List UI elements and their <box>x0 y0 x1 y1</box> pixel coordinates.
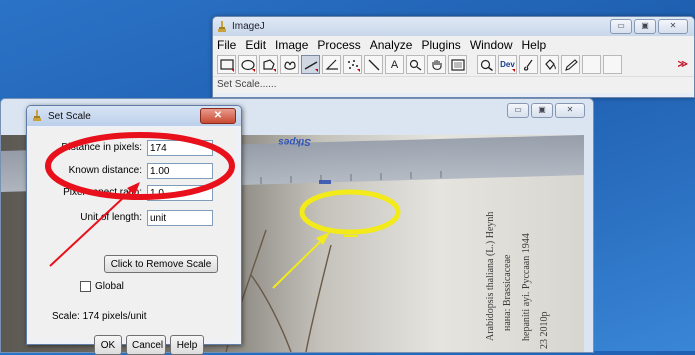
menu-plugins[interactable]: Plugins <box>421 38 460 52</box>
dialog-buttons: OK Cancel Help <box>94 335 204 355</box>
color-picker-tool[interactable] <box>448 55 467 74</box>
magnifier-icon <box>409 59 421 71</box>
global-option[interactable]: Global <box>80 281 124 292</box>
brush-tool[interactable] <box>519 55 538 74</box>
global-label: Global <box>95 281 124 292</box>
status-bar: Set Scale...... <box>213 76 694 93</box>
label-date: 23 2010p <box>539 312 550 350</box>
remove-scale-button[interactable]: Click to Remove Scale <box>104 255 218 273</box>
freehand-icon <box>283 61 296 70</box>
pencil-icon <box>564 58 578 71</box>
pencil-tool[interactable] <box>561 55 580 74</box>
known-distance-label: Known distance: <box>68 165 142 176</box>
hand-tool[interactable] <box>427 55 446 74</box>
set-scale-dialog: Set Scale ✕ Distance in pixels: Known di… <box>26 105 242 355</box>
unit-row: Unit of length: <box>30 210 230 228</box>
known-distance-row: Known distance: <box>30 163 230 181</box>
dialog-close-button[interactable]: ✕ <box>200 108 236 124</box>
distance-row: Distance in pixels: <box>30 140 230 158</box>
menu-window[interactable]: Window <box>470 38 513 52</box>
zoom-tool[interactable] <box>477 55 496 74</box>
developer-menu-tool[interactable]: Dev <box>498 55 517 74</box>
close-icon: ✕ <box>213 110 223 121</box>
angle-tool[interactable] <box>322 55 341 74</box>
angle-icon <box>325 59 338 70</box>
ruler-brand-text: Stkpes <box>278 136 311 147</box>
flood-fill-icon <box>544 58 556 70</box>
imagej-logo-icon <box>218 20 226 32</box>
aspect-ratio-row: Pixel aspect ratio: <box>30 185 230 203</box>
imagej-title: ImageJ <box>232 21 265 32</box>
wand-tool[interactable] <box>364 55 383 74</box>
developer-menu-icon: Dev <box>500 60 515 69</box>
hand-icon <box>431 59 442 70</box>
straight-line-tool[interactable] <box>301 55 320 74</box>
imagej-main-window: ImageJ ▭ ▣ ✕ File Edit Image Process Ana… <box>212 16 695 98</box>
empty-tool-slot-2[interactable] <box>603 55 622 74</box>
distance-label: Distance in pixels: <box>61 142 142 153</box>
image-window-controls: ▭ ▣ ✕ <box>507 103 585 118</box>
magnifier-tool[interactable] <box>406 55 425 74</box>
image-maximize-button[interactable]: ▣ <box>531 103 553 118</box>
tool-bar: A Dev ≫ <box>213 53 694 76</box>
global-checkbox[interactable] <box>80 281 91 292</box>
minimize-button[interactable]: ▭ <box>610 19 632 34</box>
label-family: нана: Brassicaceae <box>502 254 513 331</box>
polygon-tool[interactable] <box>259 55 278 74</box>
imagej-titlebar[interactable]: ImageJ ▭ ▣ ✕ <box>213 17 694 36</box>
help-button[interactable]: Help <box>170 335 204 355</box>
ok-button[interactable]: OK <box>94 335 122 355</box>
menu-help[interactable]: Help <box>522 38 547 52</box>
text-tool-icon: A <box>390 58 399 71</box>
label-collection: hepaniti ayi. Pyccaan 1944 <box>521 233 532 341</box>
multipoint-tool[interactable] <box>343 55 362 74</box>
label-species: Arabidopsis thaliana (L.) Heynh <box>485 212 496 341</box>
image-close-button[interactable]: ✕ <box>555 103 585 118</box>
scale-info-text: Scale: 174 pixels/unit <box>52 311 147 322</box>
flood-fill-tool[interactable] <box>540 55 559 74</box>
more-tools-icon[interactable]: ≫ <box>678 59 688 70</box>
known-distance-input[interactable] <box>147 163 213 179</box>
image-minimize-button[interactable]: ▭ <box>507 103 529 118</box>
close-button[interactable]: ✕ <box>658 19 688 34</box>
aspect-ratio-input[interactable] <box>147 185 213 201</box>
window-controls: ▭ ▣ ✕ <box>610 19 688 34</box>
text-tool[interactable]: A <box>385 55 404 74</box>
brush-icon <box>523 59 532 71</box>
oval-tool[interactable] <box>238 55 257 74</box>
aspect-ratio-label: Pixel aspect ratio: <box>63 187 142 198</box>
dialog-titlebar[interactable]: Set Scale ✕ <box>27 106 241 126</box>
maximize-button[interactable]: ▣ <box>634 19 656 34</box>
cancel-button[interactable]: Cancel <box>126 335 166 355</box>
unit-label: Unit of length: <box>80 212 142 223</box>
menu-bar: File Edit Image Process Analyze Plugins … <box>213 36 694 53</box>
imagej-logo-icon <box>33 110 41 121</box>
menu-process[interactable]: Process <box>317 38 360 52</box>
menu-image[interactable]: Image <box>275 38 308 52</box>
distance-pixels-input[interactable] <box>147 140 213 156</box>
dialog-body: Distance in pixels: Known distance: Pixe… <box>30 128 236 355</box>
dialog-title: Set Scale <box>48 110 91 122</box>
rectangle-tool[interactable] <box>217 55 236 74</box>
unit-input[interactable] <box>147 210 213 226</box>
freehand-tool[interactable] <box>280 55 299 74</box>
menu-edit[interactable]: Edit <box>245 38 266 52</box>
menu-file[interactable]: File <box>217 38 236 52</box>
color-picker-icon <box>450 58 465 71</box>
zoom-icon <box>480 59 493 71</box>
empty-tool-slot[interactable] <box>582 55 601 74</box>
menu-analyze[interactable]: Analyze <box>370 38 413 52</box>
wand-icon <box>368 59 379 70</box>
